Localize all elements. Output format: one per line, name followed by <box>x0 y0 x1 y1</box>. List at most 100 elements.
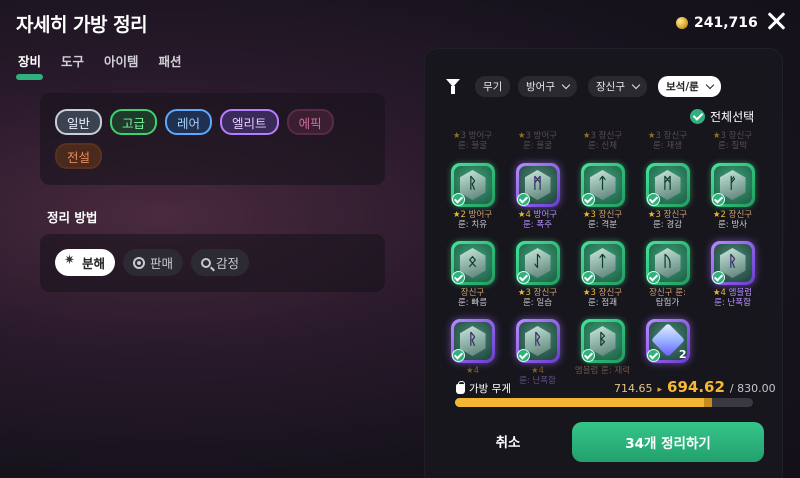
rune-item[interactable]: ᚱ <box>450 319 495 363</box>
confirm-organize-button[interactable]: 34개 정리하기 <box>572 422 764 462</box>
item-label: 장신구 룬: 탐험가 <box>635 288 700 308</box>
magnifier-icon <box>201 257 212 268</box>
filter-accessory-label: 장신구 <box>596 81 625 93</box>
item-rune: 룬: 격분 <box>587 220 618 230</box>
item-type: 장신구 <box>725 131 753 141</box>
star-icon: ★ <box>465 366 474 376</box>
faded-item-label: ★3 방어구 룬: 불굴 <box>505 131 570 151</box>
item-type: 장신구 <box>595 210 623 220</box>
check-icon <box>646 349 660 362</box>
tab-fashion[interactable]: 패션 <box>159 51 182 76</box>
bag-icon <box>456 380 465 394</box>
cancel-button[interactable]: 취소 <box>456 422 560 460</box>
category-tabs: 장비 도구 아이템 패션 <box>15 51 182 80</box>
item-slot: ᚱ ★4 엠블럼 룬: 난폭함 <box>700 241 765 308</box>
appraise-label: 감정 <box>216 256 240 271</box>
rune-item[interactable]: ᚱ <box>710 241 755 285</box>
select-all-toggle[interactable]: 전체선택 <box>690 108 754 125</box>
close-button[interactable] <box>764 9 788 33</box>
rune-item[interactable]: ᚢ <box>645 241 690 285</box>
rune-item[interactable]: ᛒ <box>580 319 625 363</box>
item-type: 장신구 <box>725 210 753 220</box>
item-label: ★2 방어구 룬: 치유 <box>440 210 505 230</box>
item-rune: 룬: 빠름 <box>457 298 488 308</box>
filter-armor-label: 방어구 <box>526 81 555 93</box>
item-label: ★3 장신구 룬: 점괘 <box>570 288 635 308</box>
chevron-down-icon <box>705 80 715 90</box>
item-slot: 2 <box>635 319 700 376</box>
item-type: 장신구 <box>530 288 558 298</box>
filter-gem-rune[interactable]: 보석/룬 <box>658 76 721 97</box>
item-label <box>635 366 700 376</box>
item-type: 방어구 <box>465 210 493 220</box>
star-icon: ★ <box>517 288 526 298</box>
star-icon: ★ <box>452 131 461 141</box>
sell-label: 판매 <box>150 256 174 271</box>
tab-tools[interactable]: 도구 <box>61 51 84 76</box>
rune-item[interactable]: ᛗ <box>515 163 560 207</box>
rune-glyph: ᛏ <box>597 174 607 192</box>
grade-row-1: 일반 고급 레어 엘리트 에픽 <box>55 109 334 135</box>
grade-normal-chip[interactable]: 일반 <box>55 109 103 135</box>
star-icon: ★ <box>712 210 721 220</box>
item-label: ★4 엠블럼 룬: 난폭함 <box>700 288 765 308</box>
sell-button[interactable]: 판매 <box>123 249 184 276</box>
item-type: 장신구 <box>660 131 688 141</box>
grade-legend-chip[interactable]: 전설 <box>55 143 103 169</box>
filter-gem-label: 보석/룬 <box>666 81 699 93</box>
check-icon <box>451 349 465 362</box>
rune-item[interactable]: ᛗ <box>645 163 690 207</box>
rune-glyph: ᛒ <box>597 330 607 348</box>
tab-equipment[interactable]: 장비 <box>15 51 44 80</box>
grade-epic-chip[interactable]: 에픽 <box>286 109 334 135</box>
gem-item[interactable]: 2 <box>645 319 690 363</box>
weight-current: 714.65 <box>614 382 653 395</box>
rune-item[interactable]: ᚱ <box>450 163 495 207</box>
rune-item[interactable]: ᛏ <box>580 241 625 285</box>
item-slot: ᛇ ★3 장신구 룬: 일습 <box>505 241 570 308</box>
item-label: ★4 <box>440 366 505 376</box>
star-icon: ★ <box>582 210 591 220</box>
item-rune: 룬: 재생 <box>652 141 683 151</box>
rune-glyph: ᚱ <box>467 330 477 348</box>
item-label: 장신구 룬: 빠름 <box>440 288 505 308</box>
arrow-right-icon: ▸ <box>657 385 663 395</box>
faded-item-label: ★3 장신구 룬: 신체 <box>570 131 635 151</box>
filter-icon[interactable] <box>446 79 460 94</box>
dismantle-button[interactable]: 분해 <box>55 249 116 276</box>
rune-item[interactable]: ᛏ <box>580 163 625 207</box>
item-slot: ᚢ 장신구 룬: 탐험가 <box>635 241 700 308</box>
grade-high-chip[interactable]: 고급 <box>110 109 158 135</box>
rune-item[interactable]: ᚠ <box>710 163 755 207</box>
filter-armor[interactable]: 방어구 <box>518 76 577 97</box>
item-slot: ᛗ ★3 장신구 룬: 경감 <box>635 163 700 230</box>
item-rune: 룬: 점괘 <box>587 298 618 308</box>
check-icon <box>711 271 725 284</box>
filter-accessory[interactable]: 장신구 <box>588 76 647 97</box>
item-slot: ᚱ ★4 룬: 난폭함 <box>505 319 570 386</box>
bag-weight-text: 가방 무게 <box>469 383 511 395</box>
item-type: 장신구 룬: <box>649 288 686 298</box>
star-icon: ★ <box>517 131 526 141</box>
rune-item[interactable]: ᛇ <box>515 241 560 285</box>
rune-glyph: ᛗ <box>532 174 542 192</box>
tab-items[interactable]: 아이템 <box>104 51 139 76</box>
item-rune: 룬: 난폭함 <box>714 298 751 308</box>
rune-glyph: ᛇ <box>532 252 542 270</box>
grade-elite-chip[interactable]: 엘리트 <box>220 109 279 135</box>
chevron-down-icon <box>631 80 641 90</box>
grade-filter-panel <box>40 93 385 185</box>
item-rune: 룬: 경감 <box>652 220 683 230</box>
item-type: 엠블럼 룬: 재력 <box>574 366 631 376</box>
appraise-button[interactable]: 감정 <box>191 249 250 276</box>
star-icon: ★ <box>517 210 526 220</box>
rune-item[interactable]: ᚱ <box>515 319 560 363</box>
rune-item[interactable]: ᛟ <box>450 241 495 285</box>
check-icon <box>690 109 705 124</box>
faded-item-label: ★3 장신구 룬: 재생 <box>635 131 700 151</box>
rune-glyph: ᚢ <box>662 252 672 270</box>
item-type: 방어구 <box>465 131 493 141</box>
item-rune: 룬: 신체 <box>587 141 618 151</box>
grade-rare-chip[interactable]: 레어 <box>165 109 213 135</box>
filter-weapon[interactable]: 무기 <box>475 76 511 97</box>
